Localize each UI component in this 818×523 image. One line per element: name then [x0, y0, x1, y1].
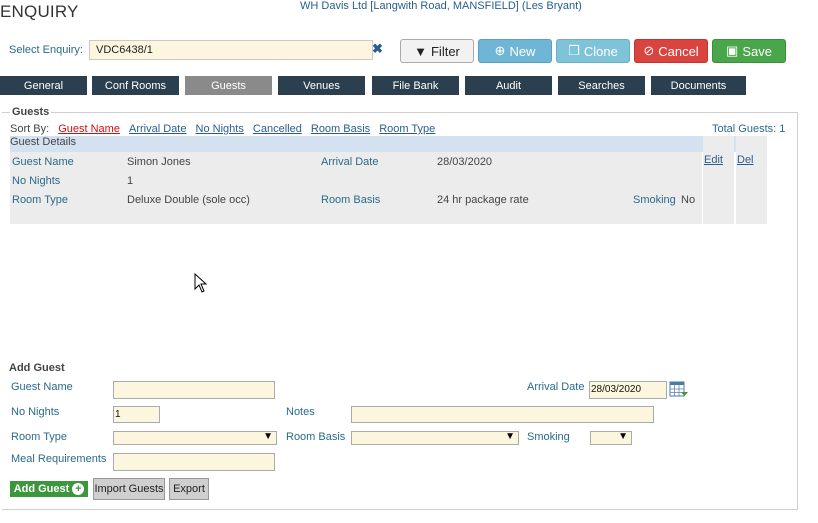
- add-room-basis-label: Room Basis: [286, 431, 346, 443]
- tab-conf-rooms[interactable]: Conf Rooms: [92, 76, 179, 95]
- room-basis-select[interactable]: ▼: [351, 431, 519, 445]
- room-type-select[interactable]: ▼: [113, 431, 277, 445]
- delete-guest-link[interactable]: Del: [737, 154, 754, 166]
- edit-guest-link[interactable]: Edit: [704, 154, 723, 166]
- room-basis-label: Room Basis: [321, 194, 381, 206]
- tab-venues[interactable]: Venues: [278, 76, 365, 95]
- room-basis-value: 24 hr package rate: [437, 194, 529, 206]
- add-guest-button[interactable]: Add Guest +: [10, 481, 88, 497]
- floppy-icon: ▣: [726, 43, 739, 58]
- meal-requirements-input[interactable]: [113, 453, 275, 471]
- meal-requirements-label: Meal Requirements: [11, 453, 107, 465]
- new-label: New: [509, 43, 536, 59]
- dropdown-arrow-icon: ▼: [505, 431, 515, 442]
- tab-general[interactable]: General: [0, 76, 87, 95]
- edit-column: [703, 136, 734, 224]
- no-nights-label: No Nights: [12, 175, 61, 187]
- guest-name-input[interactable]: [113, 381, 275, 399]
- cancel-label: Cancel: [658, 43, 699, 59]
- enquiry-select-input[interactable]: VDC6438/1: [89, 40, 373, 60]
- no-nights-value: 1: [127, 175, 134, 187]
- arrival-date-value: 28/03/2020: [437, 156, 493, 168]
- clear-icon[interactable]: ✖: [372, 41, 383, 57]
- total-guests: Total Guests: 1: [712, 123, 786, 135]
- smoking-label: Smoking: [633, 194, 676, 206]
- page-title: ENQUIRY: [0, 2, 79, 21]
- import-guests-button[interactable]: Import Guests: [93, 478, 165, 500]
- arrival-date-label: Arrival Date: [321, 156, 379, 168]
- tab-audit[interactable]: Audit: [465, 76, 552, 95]
- room-type-label: Room Type: [12, 194, 69, 206]
- sort-arrival-date[interactable]: Arrival Date: [129, 123, 186, 135]
- tab-file-bank[interactable]: File Bank: [372, 76, 459, 95]
- smoking-select[interactable]: ▼: [590, 431, 632, 445]
- filter-label: Filter: [430, 43, 460, 59]
- ban-icon: ⊘: [643, 43, 655, 58]
- add-arrival-label: Arrival Date: [527, 381, 585, 393]
- export-button[interactable]: Export: [169, 478, 209, 500]
- guest-name-label: Guest Name: [12, 156, 74, 168]
- room-type-value: Deluxe Double (sole occ): [127, 194, 250, 206]
- sort-no-nights[interactable]: No Nights: [196, 123, 244, 135]
- mouse-cursor-icon: [194, 273, 208, 293]
- add-guest-label: Add Guest: [13, 483, 70, 495]
- del-column: [736, 136, 767, 224]
- sort-room-basis[interactable]: Room Basis: [311, 123, 370, 135]
- clone-button[interactable]: ❐ Clone: [556, 39, 630, 63]
- tab-searches[interactable]: Searches: [558, 76, 645, 95]
- save-label: Save: [742, 43, 772, 59]
- filter-icon: ▼: [414, 43, 427, 59]
- clone-label: Clone: [583, 43, 618, 59]
- guest-details-header: Guest Details: [10, 136, 767, 152]
- filter-button[interactable]: ▼ Filter: [400, 39, 474, 63]
- add-nights-label: No Nights: [11, 406, 60, 418]
- dropdown-arrow-icon: ▼: [263, 431, 273, 442]
- new-button[interactable]: ⊕ New: [478, 39, 552, 63]
- copy-icon: ❐: [568, 43, 580, 58]
- smoking-value: No: [681, 194, 696, 206]
- plus-circle-icon: ⊕: [494, 43, 506, 58]
- save-button[interactable]: ▣ Save: [712, 39, 786, 63]
- sort-guest-name[interactable]: Guest Name: [58, 123, 120, 135]
- add-smoking-label: Smoking: [527, 431, 570, 443]
- guest-name-value: Simon Jones: [127, 156, 191, 168]
- sort-cancelled[interactable]: Cancelled: [253, 123, 302, 135]
- cancel-button[interactable]: ⊘ Cancel: [634, 39, 708, 63]
- no-nights-input[interactable]: 1: [113, 406, 160, 423]
- add-room-type-label: Room Type: [11, 431, 68, 443]
- tab-guests[interactable]: Guests: [185, 76, 272, 95]
- arrival-date-input[interactable]: 28/03/2020: [589, 381, 667, 399]
- tab-documents[interactable]: Documents: [651, 76, 746, 95]
- client-info: WH Davis Ltd [Langwith Road, MANSFIELD] …: [300, 0, 582, 12]
- sort-label: Sort By:: [10, 123, 50, 135]
- plus-circle-icon: +: [72, 483, 85, 495]
- notes-input[interactable]: [351, 406, 654, 423]
- calendar-icon[interactable]: [669, 380, 689, 398]
- add-guest-title: Add Guest: [9, 362, 65, 374]
- sort-room-type[interactable]: Room Type: [379, 123, 435, 135]
- dropdown-arrow-icon: ▼: [618, 431, 628, 442]
- select-enquiry-label: Select Enquiry:: [9, 44, 83, 56]
- guests-legend: Guests: [10, 106, 52, 118]
- sort-bar: Sort By: Guest Name Arrival Date No Nigh…: [10, 123, 435, 135]
- notes-label: Notes: [286, 406, 315, 418]
- add-guest-name-label: Guest Name: [11, 381, 73, 393]
